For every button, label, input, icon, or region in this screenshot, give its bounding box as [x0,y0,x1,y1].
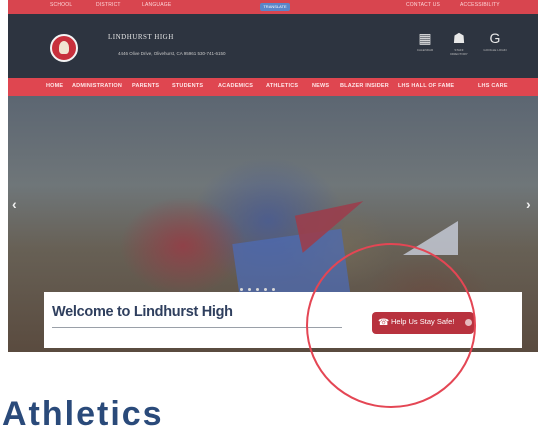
hero-pennant-shape [294,201,372,253]
slideshow-next-arrow[interactable]: › [526,196,531,212]
school-address: 4446 Olive Drive, Olivehurst, CA 95961 5… [118,51,226,56]
staff-icon: ☗ [452,30,466,46]
util-link-district[interactable]: DISTRICT [96,2,121,8]
highlight-circle-annotation [306,243,476,408]
nav-item-lhs-care[interactable]: LHS CARE [478,83,508,89]
calendar-icon: ▦ [418,30,432,46]
slideshow-prev-arrow[interactable]: ‹ [12,196,17,212]
site-header: LINDHURST HIGH 4446 Olive Drive, Olivehu… [8,14,538,78]
calendar-label: CALENDAR [416,48,434,52]
staff-directory-shortcut[interactable]: ☗ STAFF DIRECTORY [446,30,472,56]
nav-item-news[interactable]: NEWS [312,83,329,89]
staff-directory-label: STAFF DIRECTORY [450,48,468,56]
nav-item-academics[interactable]: ACADEMICS [218,83,253,89]
util-link-language[interactable]: LANGUAGE [142,2,171,8]
nav-item-blazer-insider[interactable]: BLAZER INSIDER [340,83,389,89]
calendar-shortcut[interactable]: ▦ CALENDAR [412,30,438,52]
nav-item-students[interactable]: STUDENTS [172,83,203,89]
nav-item-parents[interactable]: PARENTS [132,83,159,89]
google-icon: G [489,30,501,46]
util-link-contact[interactable]: CONTACT US [406,2,440,8]
welcome-divider [52,327,342,328]
nav-item-athletics[interactable]: ATHLETICS [266,83,298,89]
google-login-shortcut[interactable]: G GOOGLE LOGIN [482,30,508,52]
util-link-accessibility[interactable]: ACCESSIBILITY [460,2,500,8]
school-logo[interactable] [50,34,78,62]
page-heading: Athletics [2,395,164,433]
nav-item-hall-of-fame[interactable]: LHS HALL OF FAME [398,83,454,89]
nav-item-home[interactable]: HOME [46,83,63,89]
google-login-label: GOOGLE LOGIN [483,48,507,52]
welcome-heading: Welcome to Lindhurst High [52,304,233,320]
nav-item-administration[interactable]: ADMINISTRATION [72,83,122,89]
translate-button[interactable]: TRANSLATE [260,3,290,11]
school-name[interactable]: LINDHURST HIGH [108,33,174,41]
utility-bar: SCHOOL DISTRICT LANGUAGE TRANSLATE CONTA… [8,0,538,14]
util-link-school[interactable]: SCHOOL [50,2,72,8]
main-nav: HOME ADMINISTRATION PARENTS STUDENTS ACA… [8,78,538,96]
